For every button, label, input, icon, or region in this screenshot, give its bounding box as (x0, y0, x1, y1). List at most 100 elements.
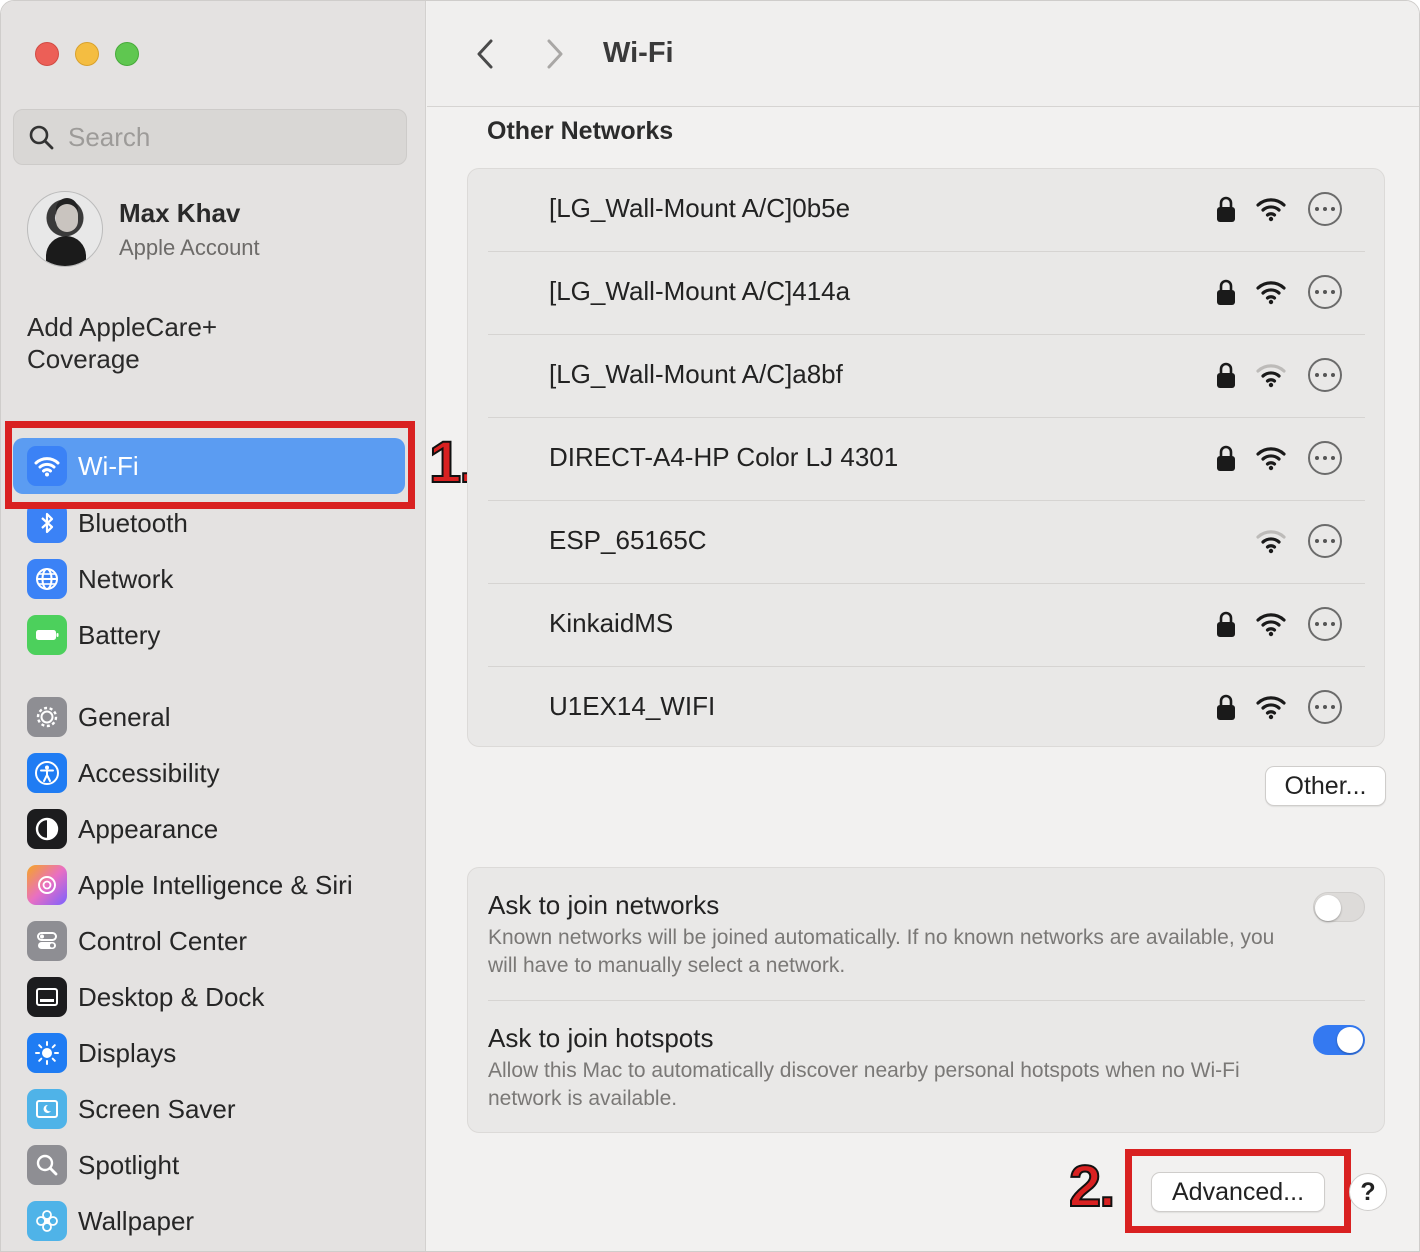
help-button[interactable]: ? (1349, 1173, 1387, 1211)
sidebar-item-battery[interactable]: Battery (13, 607, 405, 663)
network-name: U1EX14_WIFI (549, 691, 716, 721)
sidebar-item-desktop-dock[interactable]: Desktop & Dock (13, 969, 405, 1025)
wifi-signal-strong-icon (1256, 198, 1286, 222)
option-description: Allow this Mac to automatically discover… (488, 1059, 1240, 1110)
lock-icon (1217, 279, 1235, 305)
option-title: Ask to join hotspots (488, 1023, 714, 1053)
network-name: KinkaidMS (549, 608, 674, 638)
network-row[interactable]: [LG_Wall-Mount A/C]414a (488, 252, 1365, 335)
account-name: Max Khav (119, 197, 241, 228)
network-row[interactable]: ESP_65165C (488, 501, 1365, 584)
account-subtitle: Apple Account (119, 234, 260, 260)
sidebar-item-label: Spotlight (78, 1149, 180, 1180)
ask-join-networks-row: Ask to join networks Known networks will… (488, 868, 1365, 1000)
siri-icon (27, 865, 67, 905)
settings-window: Max Khav Apple Account Add AppleCare+ Co… (0, 0, 1420, 1252)
sidebar-item-label: Wallpaper (78, 1205, 195, 1236)
toggles-icon (27, 921, 67, 961)
battery-icon (27, 615, 67, 655)
search-field[interactable] (13, 109, 407, 165)
wifi-signal-strong-icon (1256, 613, 1286, 637)
sidebar-item-label: Network (78, 563, 174, 594)
network-name: [LG_Wall-Mount A/C]a8bf (549, 359, 843, 389)
appearance-icon (27, 809, 67, 849)
forward-button[interactable] (539, 37, 569, 71)
network-name: ESP_65165C (549, 525, 707, 555)
more-options-button[interactable] (1308, 441, 1342, 475)
toolbar: Wi-Fi (427, 1, 1419, 107)
network-name: [LG_Wall-Mount A/C]0b5e (549, 193, 851, 223)
more-options-button[interactable] (1308, 275, 1342, 309)
option-title: Ask to join networks (488, 890, 720, 920)
other-network-button[interactable]: Other... (1265, 766, 1386, 806)
sidebar-item-label: Battery (78, 619, 161, 650)
dock-icon (27, 977, 67, 1017)
network-row[interactable]: KinkaidMS (488, 584, 1365, 667)
globe-icon (27, 559, 67, 599)
sidebar-item-accessibility[interactable]: Accessibility (13, 745, 405, 801)
search-icon (29, 125, 54, 150)
advanced-button[interactable]: Advanced... (1151, 1172, 1325, 1212)
sidebar-item-label: Appearance (78, 813, 219, 844)
accessibility-icon (27, 753, 67, 793)
sidebar-item-label: Desktop & Dock (78, 981, 265, 1012)
sidebar-item-general[interactable]: General (13, 689, 405, 745)
lock-icon (1217, 694, 1235, 720)
window-controls (35, 42, 139, 66)
minimize-window-button[interactable] (75, 42, 99, 66)
network-row[interactable]: [LG_Wall-Mount A/C]a8bf (488, 335, 1365, 418)
annotation-step2: 2. (1068, 1153, 1116, 1220)
magnifier-icon (27, 1145, 67, 1185)
more-options-button[interactable] (1308, 690, 1342, 724)
sidebar-item-label: Control Center (78, 925, 248, 956)
sidebar-item-screen-saver[interactable]: Screen Saver (13, 1081, 405, 1137)
wifi-signal-strong-icon (1256, 696, 1286, 720)
sidebar-item-apple-intelligence-siri[interactable]: Apple Intelligence & Siri (13, 857, 405, 913)
sidebar-item-label: Displays (78, 1037, 177, 1068)
applecare-link[interactable]: Add AppleCare+ Coverage (27, 311, 287, 375)
sidebar-item-displays[interactable]: Displays (13, 1025, 405, 1081)
bluetooth-icon (27, 503, 67, 543)
sidebar: Max Khav Apple Account Add AppleCare+ Co… (1, 1, 426, 1251)
ask-join-networks-toggle[interactable] (1313, 892, 1365, 922)
more-options-button[interactable] (1308, 358, 1342, 392)
sidebar-item-appearance[interactable]: Appearance (13, 801, 405, 857)
more-options-button[interactable] (1308, 192, 1342, 226)
page-title: Wi-Fi (603, 37, 674, 69)
network-row[interactable]: U1EX14_WIFI (488, 667, 1365, 750)
more-options-button[interactable] (1308, 524, 1342, 558)
sidebar-item-network[interactable]: Network (13, 551, 405, 607)
screensaver-icon (27, 1089, 67, 1129)
join-options-panel: Ask to join networks Known networks will… (467, 867, 1385, 1133)
sun-icon (27, 1033, 67, 1073)
search-input[interactable] (68, 121, 368, 153)
wifi-signal-weak-icon (1256, 530, 1286, 554)
gear-icon (27, 697, 67, 737)
more-options-button[interactable] (1308, 607, 1342, 641)
sidebar-item-wallpaper[interactable]: Wallpaper (13, 1193, 405, 1249)
zoom-window-button[interactable] (115, 42, 139, 66)
section-title: Other Networks (487, 117, 674, 145)
sidebar-item-label: Screen Saver (78, 1093, 236, 1124)
sidebar-item-label: General (78, 701, 171, 732)
option-description: Known networks will be joined automatica… (488, 926, 1275, 977)
network-name: DIRECT-A4-HP Color LJ 4301 (549, 442, 899, 472)
close-window-button[interactable] (35, 42, 59, 66)
wifi-signal-weak-icon (1256, 364, 1286, 388)
sidebar-item-control-center[interactable]: Control Center (13, 913, 405, 969)
network-row[interactable]: DIRECT-A4-HP Color LJ 4301 (488, 418, 1365, 501)
wifi-signal-strong-icon (1256, 447, 1286, 471)
sidebar-item-spotlight[interactable]: Spotlight (13, 1137, 405, 1193)
apple-account[interactable]: Max Khav Apple Account (27, 191, 260, 267)
ask-join-hotspots-toggle[interactable] (1313, 1025, 1365, 1055)
annotation-box-step1 (5, 421, 415, 509)
network-row[interactable]: [LG_Wall-Mount A/C]0b5e (488, 169, 1365, 252)
sidebar-item-label: Bluetooth (78, 507, 188, 538)
back-button[interactable] (471, 37, 501, 71)
main-content: Wi-Fi Other Networks [LG_Wall-Mount A/C]… (427, 1, 1419, 1251)
lock-icon (1217, 445, 1235, 471)
sidebar-item-label: Accessibility (78, 757, 220, 788)
lock-icon (1217, 196, 1235, 222)
flower-icon (27, 1201, 67, 1241)
lock-icon (1217, 611, 1235, 637)
